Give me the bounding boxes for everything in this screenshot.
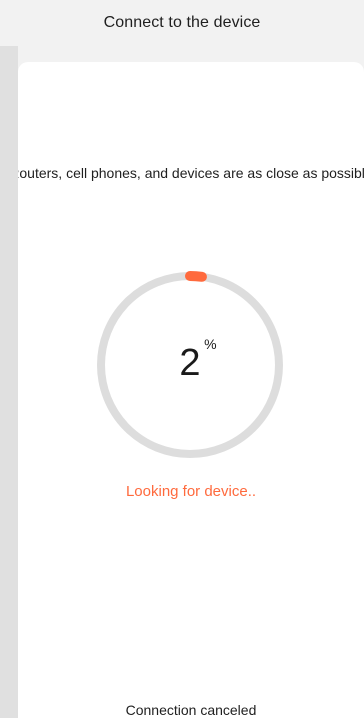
proximity-hint-text: Routers, cell phones, and devices are as… [18, 165, 364, 181]
progress-value: 2 [179, 342, 201, 384]
progress-unit: % [204, 336, 217, 352]
page-header: Connect to the device [0, 0, 364, 46]
device-search-status: Looking for device.. [125, 483, 257, 500]
progress-percent-display: 2 % [93, 268, 287, 462]
page-title: Connect to the device [103, 14, 261, 31]
connection-card: Routers, cell phones, and devices are as… [18, 62, 364, 718]
connection-canceled-button[interactable]: Connection canceled [18, 702, 364, 718]
connect-device-screen: Connect to the device Routers, cell phon… [0, 0, 364, 718]
progress-value-container: 2 % [179, 337, 216, 384]
connection-progress-ring: 2 % [93, 268, 287, 462]
left-side-panel [0, 46, 18, 718]
